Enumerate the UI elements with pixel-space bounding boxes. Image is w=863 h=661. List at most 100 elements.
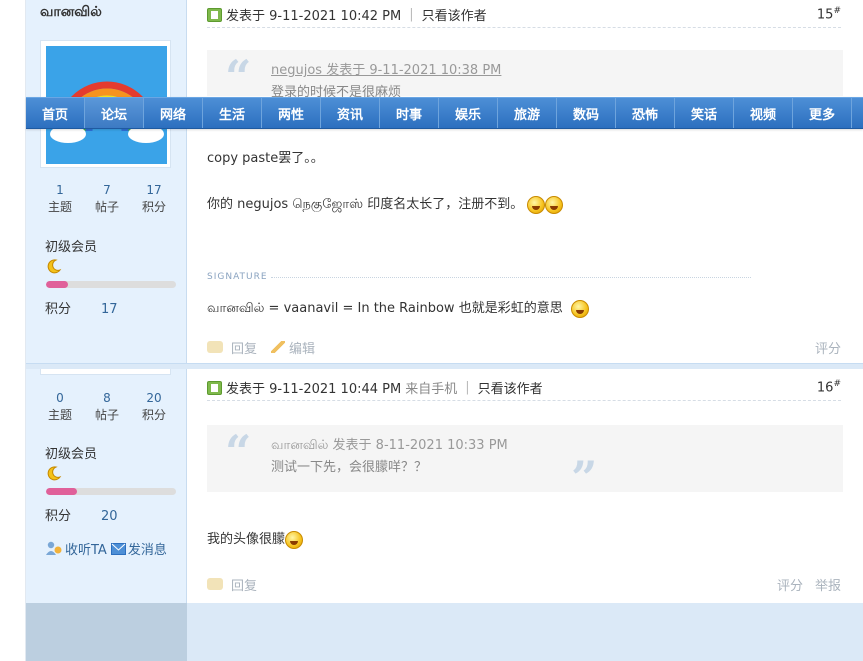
top-navigation: 首页 论坛 网络 生活 两性 资讯 时事 娱乐 旅游 数码 恐怖 笑话 视频 更… bbox=[26, 97, 863, 129]
stat-credits-count: 17 bbox=[146, 183, 162, 197]
stat-posts-count: 8 bbox=[103, 391, 111, 405]
nav-item[interactable]: 笑话 bbox=[675, 98, 734, 128]
avatar-bottom-edge bbox=[40, 369, 171, 375]
open-quote-icon: “ bbox=[225, 50, 252, 104]
nav-item[interactable]: 资讯 bbox=[321, 98, 380, 128]
nav-item[interactable]: 首页 bbox=[26, 98, 85, 128]
post-header: 发表于 9-11-2021 10:42 PM | 只看该作者 15# bbox=[207, 2, 841, 28]
laughing-emoji-icon bbox=[285, 530, 304, 549]
report-button[interactable]: 举报 bbox=[815, 575, 841, 594]
nav-item[interactable]: 两性 bbox=[262, 98, 321, 128]
content-line-1: 我的头像很朦 bbox=[207, 532, 286, 547]
laughing-emoji-icon bbox=[527, 195, 546, 214]
user-rank[interactable]: 初级会员 bbox=[45, 236, 97, 255]
post-header: 发表于 9-11-2021 10:44 PM 来自手机 | 只看该作者 16# bbox=[207, 375, 841, 401]
envelope-icon bbox=[110, 542, 126, 555]
post-date: 发表于 9-11-2021 10:42 PM bbox=[226, 9, 402, 24]
grin-emoji-icon bbox=[570, 299, 589, 318]
reply-button[interactable]: 回复 bbox=[207, 338, 257, 357]
rank-progress-bar bbox=[46, 488, 176, 495]
score-value[interactable]: 20 bbox=[101, 509, 118, 524]
user-rank[interactable]: 初级会员 bbox=[45, 443, 97, 462]
reply-label: 回复 bbox=[231, 341, 258, 357]
stat-credits[interactable]: 17 积分 bbox=[134, 182, 174, 216]
nav-item[interactable]: 时事 bbox=[380, 98, 439, 128]
author-panel: 0 主题 8 帖子 20 积分 初级会员 积分 20 收听TA 发消息 bbox=[26, 369, 187, 603]
stat-posts[interactable]: 7 帖子 bbox=[87, 182, 127, 216]
score-row: 积分 20 bbox=[45, 505, 118, 524]
edit-button[interactable]: 编辑 bbox=[271, 338, 315, 357]
follow-button[interactable]: 收听TA bbox=[45, 539, 107, 558]
stat-credits-label: 积分 bbox=[141, 200, 166, 214]
quote-meta[interactable]: வானவில் 发表于 8-11-2021 10:33 PM bbox=[271, 435, 843, 457]
post-content-line: 我的头像很朦 bbox=[207, 529, 304, 551]
edit-label: 编辑 bbox=[289, 341, 316, 357]
rank-progress-bar bbox=[46, 281, 176, 288]
only-author-link[interactable]: 只看该作者 bbox=[478, 378, 543, 397]
stat-threads-label: 主题 bbox=[47, 408, 72, 422]
send-message-button[interactable]: 发消息 bbox=[110, 539, 167, 558]
nav-item[interactable]: 网络 bbox=[144, 98, 203, 128]
signature-label: SIGNATURE bbox=[207, 272, 268, 282]
stat-threads-count: 1 bbox=[56, 183, 64, 197]
stat-posts-label: 帖子 bbox=[94, 200, 119, 214]
author-name[interactable]: வானவில் bbox=[40, 4, 102, 22]
stat-credits[interactable]: 20 积分 bbox=[134, 390, 174, 424]
stat-posts-count: 7 bbox=[103, 183, 111, 197]
author-panel: வானவில் 1 主题 7 帖子 17 积分 初级会员 积分 17 bbox=[26, 0, 187, 364]
post-footer: 回复 评分 举报 bbox=[207, 573, 841, 595]
stat-threads[interactable]: 0 主题 bbox=[40, 390, 80, 424]
rate-button[interactable]: 评分 bbox=[815, 338, 841, 357]
moon-rank-icon bbox=[47, 466, 62, 481]
message-label: 发消息 bbox=[127, 543, 167, 558]
quote-meta[interactable]: negujos 发表于 9-11-2021 10:38 PM bbox=[271, 60, 843, 82]
floor-number-value: 15 bbox=[816, 7, 834, 23]
floor-mark: # bbox=[833, 6, 841, 17]
post-date: 发表于 9-11-2021 10:44 PM bbox=[226, 382, 402, 397]
stat-threads-label: 主题 bbox=[47, 200, 72, 214]
author-actions: 收听TA 发消息 bbox=[45, 539, 167, 558]
only-author-link[interactable]: 只看该作者 bbox=[422, 5, 487, 24]
score-row: 积分 17 bbox=[45, 298, 118, 317]
reply-button[interactable]: 回复 bbox=[207, 575, 257, 594]
post-type-icon bbox=[207, 7, 222, 22]
nav-item[interactable]: 更多 bbox=[793, 98, 852, 128]
floor-number[interactable]: 16# bbox=[817, 379, 841, 395]
rate-button[interactable]: 评分 bbox=[777, 575, 803, 594]
content-line-2: 你的 negujos நெகுஜோஸ் 印度名太长了，注册不到。 bbox=[207, 197, 524, 212]
rank-progress-fill bbox=[46, 488, 78, 495]
score-value[interactable]: 17 bbox=[101, 302, 118, 317]
floor-number-value: 16 bbox=[816, 380, 834, 396]
nav-item-active[interactable]: 论坛 bbox=[85, 98, 144, 128]
quote-block: “ negujos 发表于 9-11-2021 10:38 PM 登录的时候不是… bbox=[207, 50, 843, 100]
mobile-source[interactable]: 来自手机 bbox=[405, 378, 457, 397]
nav-item[interactable]: 视频 bbox=[734, 98, 793, 128]
post-content-line: 你的 negujos நெகுஜோஸ் 印度名太长了，注册不到。 bbox=[207, 194, 564, 216]
author-stats: 1 主题 7 帖子 17 积分 bbox=[40, 182, 174, 216]
follow-user-icon bbox=[46, 541, 62, 555]
stat-threads[interactable]: 1 主题 bbox=[40, 182, 80, 216]
nav-item[interactable]: 恐怖 bbox=[616, 98, 675, 128]
nav-item[interactable]: 生活 bbox=[203, 98, 262, 128]
stat-posts[interactable]: 8 帖子 bbox=[87, 390, 127, 424]
header-separator: | bbox=[465, 380, 470, 395]
signature-text: வானவில் = vaanavil = In the Rainbow 也就是彩… bbox=[207, 297, 589, 318]
nav-item[interactable]: 娱乐 bbox=[439, 98, 498, 128]
nav-item[interactable]: 数码 bbox=[557, 98, 616, 128]
floor-mark: # bbox=[833, 379, 841, 390]
nav-item[interactable]: 旅游 bbox=[498, 98, 557, 128]
post-footer: 回复 编辑 评分 bbox=[207, 336, 841, 358]
post-type-icon bbox=[207, 380, 222, 395]
post-footer-area bbox=[187, 603, 863, 661]
stat-credits-count: 20 bbox=[146, 391, 162, 405]
author-panel-footer bbox=[26, 603, 187, 661]
left-gutter bbox=[0, 0, 26, 661]
quote-text: 测试一下先，会很朦咩？？ bbox=[271, 460, 428, 475]
header-separator: | bbox=[409, 7, 414, 22]
signature-divider bbox=[271, 277, 751, 278]
signature-content: வானவில் = vaanavil = In the Rainbow 也就是彩… bbox=[207, 301, 563, 316]
score-label: 积分 bbox=[45, 509, 72, 524]
floor-number[interactable]: 15# bbox=[817, 6, 841, 22]
reply-label: 回复 bbox=[231, 578, 258, 594]
score-label: 积分 bbox=[45, 302, 72, 317]
